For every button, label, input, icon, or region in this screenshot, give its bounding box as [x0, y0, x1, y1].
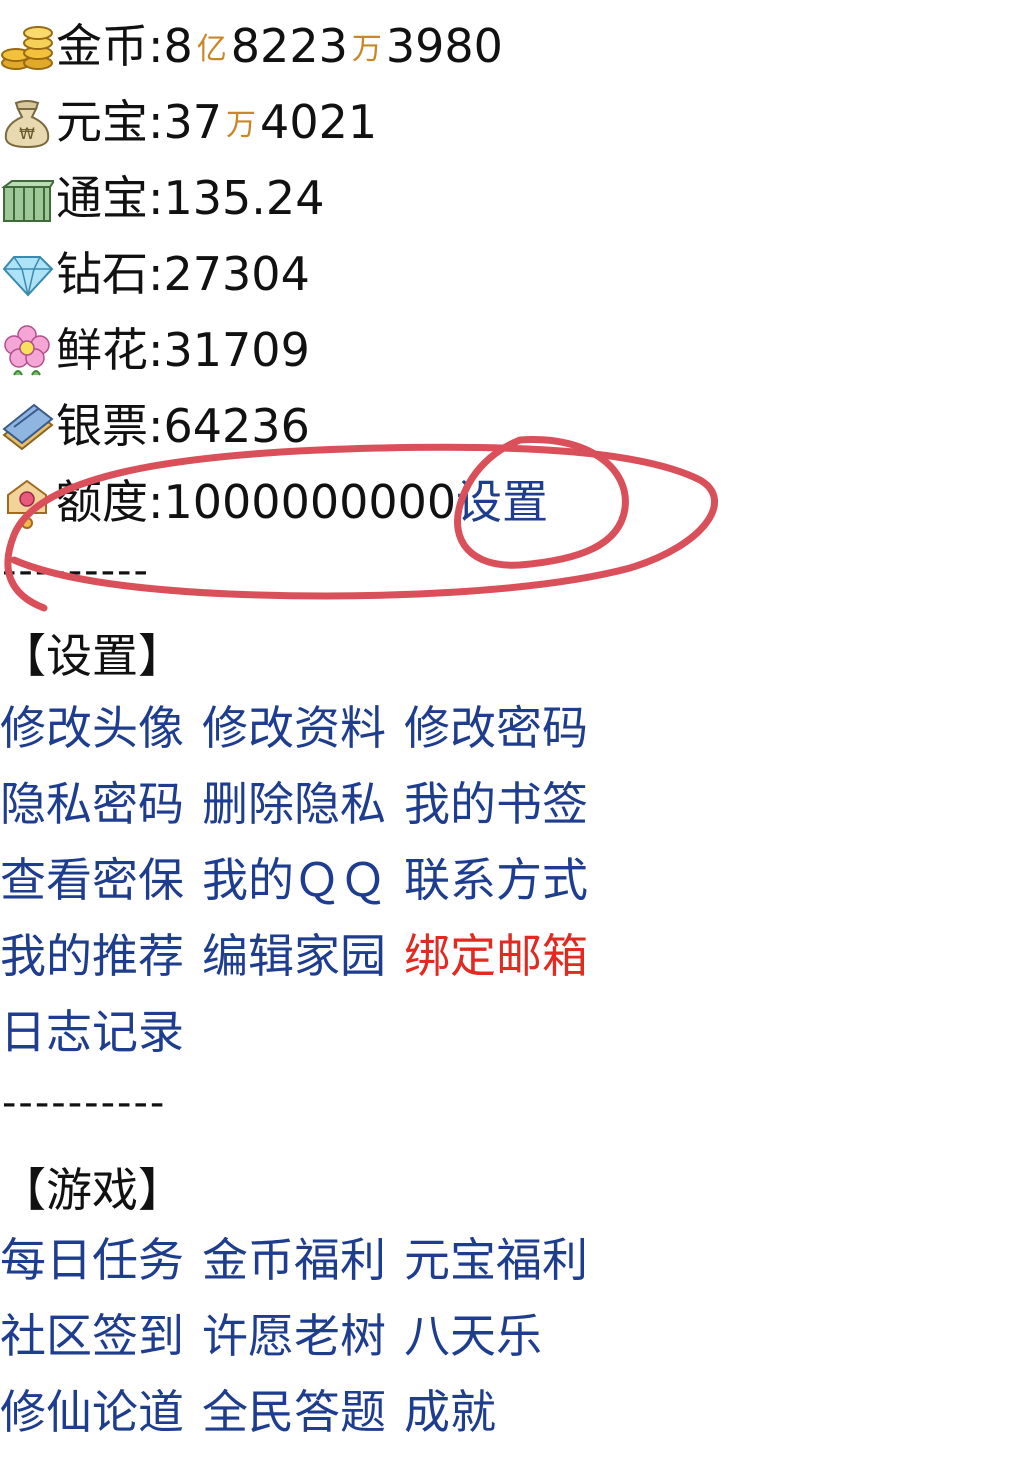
- settings-section-title: 【设置】: [0, 629, 184, 683]
- diamond-value: 27304: [163, 247, 310, 301]
- gold-unit-1: 亿: [196, 32, 227, 67]
- games-section-title: 【游戏】: [0, 1163, 184, 1217]
- flower-label: 鲜花:: [56, 323, 164, 377]
- banknote-row: 银票: 64236: [0, 396, 310, 456]
- settings-link-contact-info[interactable]: 联系方式: [404, 853, 588, 907]
- banknote-label: 银票:: [56, 399, 164, 453]
- games-link-daily-tasks[interactable]: 每日任务: [0, 1233, 184, 1287]
- yuanbao-value-1: 37: [163, 95, 223, 149]
- settings-link-bind-email[interactable]: 绑定邮箱: [404, 929, 588, 983]
- games-link-wishing-tree[interactable]: 许愿老树: [202, 1309, 386, 1363]
- games-link-yuanbao-bonus[interactable]: 元宝福利: [404, 1233, 588, 1287]
- diamond-label: 钻石:: [56, 247, 164, 301]
- yuanbao-row: ₩ 元宝: 37 万 4021: [0, 92, 377, 152]
- quota-set-link[interactable]: 设置: [456, 472, 548, 532]
- settings-link-edit-profile[interactable]: 修改资料: [202, 701, 386, 755]
- settings-link-delete-privacy[interactable]: 删除隐私: [202, 777, 386, 831]
- quota-label: 额度:: [56, 475, 164, 529]
- settings-link-edit-home[interactable]: 编辑家园: [202, 929, 386, 983]
- divider-2: ----------: [2, 1080, 167, 1126]
- games-link-cultivation[interactable]: 修仙论道: [0, 1385, 184, 1439]
- flower-icon: [4, 325, 50, 376]
- gold-unit-2: 万: [351, 32, 382, 67]
- games-row-2: 社区签到 许愿老树 八天乐: [0, 1306, 542, 1366]
- quota-tag-icon: [7, 479, 47, 529]
- settings-row-1: 修改头像 修改资料 修改密码: [0, 698, 588, 758]
- yuanbao-value-2: 4021: [260, 95, 378, 149]
- diamond-row: 钻石: 27304: [0, 244, 310, 304]
- settings-link-change-password[interactable]: 修改密码: [404, 701, 588, 755]
- divider-1: ---------: [2, 548, 150, 594]
- tongbao-row: 通宝: 135.24: [0, 168, 324, 228]
- quota-row: 额度: 1000000000 设置: [0, 472, 548, 532]
- gold-value-3: 3980: [385, 19, 503, 73]
- settings-link-my-qq[interactable]: 我的ＱＱ: [202, 853, 386, 907]
- games-row-1: 每日任务 金币福利 元宝福利: [0, 1230, 588, 1290]
- diamond-icon: [2, 256, 54, 297]
- flower-row: 鲜花: 31709: [0, 320, 310, 380]
- yuanbao-label: 元宝:: [56, 95, 164, 149]
- settings-row-4: 我的推荐 编辑家园 绑定邮箱: [0, 926, 588, 986]
- settings-row-5: 日志记录: [0, 1002, 184, 1062]
- yuanbao-unit-1: 万: [226, 108, 257, 143]
- settings-link-my-bookmarks[interactable]: 我的书签: [404, 777, 588, 831]
- settings-link-my-referrals[interactable]: 我的推荐: [0, 929, 184, 983]
- tongbao-label: 通宝:: [56, 171, 164, 225]
- games-link-gold-bonus[interactable]: 金币福利: [202, 1233, 386, 1287]
- flower-value: 31709: [163, 323, 310, 377]
- banknote-value: 64236: [163, 399, 310, 453]
- money-bag-icon: ₩: [4, 100, 50, 149]
- settings-link-security-questions[interactable]: 查看密保: [0, 853, 184, 907]
- banknote-icon: [2, 403, 54, 451]
- games-link-quiz[interactable]: 全民答题: [202, 1385, 386, 1439]
- games-row-3: 修仙论道 全民答题 成就: [0, 1382, 496, 1442]
- gold-label: 金币:: [56, 19, 164, 73]
- tongbao-value: 135.24: [163, 171, 325, 225]
- quota-value: 1000000000: [163, 475, 457, 529]
- settings-link-privacy-password[interactable]: 隐私密码: [0, 777, 184, 831]
- settings-link-log-records[interactable]: 日志记录: [0, 1005, 184, 1059]
- gold-value-2: 8223: [230, 19, 348, 73]
- gold-row: 金币: 8 亿 8223 万 3980: [0, 16, 503, 76]
- cash-stack-icon: [0, 180, 54, 222]
- gold-coins-icon: [1, 26, 53, 70]
- settings-link-change-avatar[interactable]: 修改头像: [0, 701, 184, 755]
- gold-value-1: 8: [163, 19, 193, 73]
- settings-row-2: 隐私密码 删除隐私 我的书签: [0, 774, 588, 834]
- games-link-checkin[interactable]: 社区签到: [0, 1309, 184, 1363]
- settings-row-3: 查看密保 我的ＱＱ 联系方式: [0, 850, 588, 910]
- games-link-eight-day-fun[interactable]: 八天乐: [404, 1309, 542, 1363]
- games-link-achievements[interactable]: 成就: [404, 1385, 496, 1439]
- svg-text:₩: ₩: [19, 124, 35, 143]
